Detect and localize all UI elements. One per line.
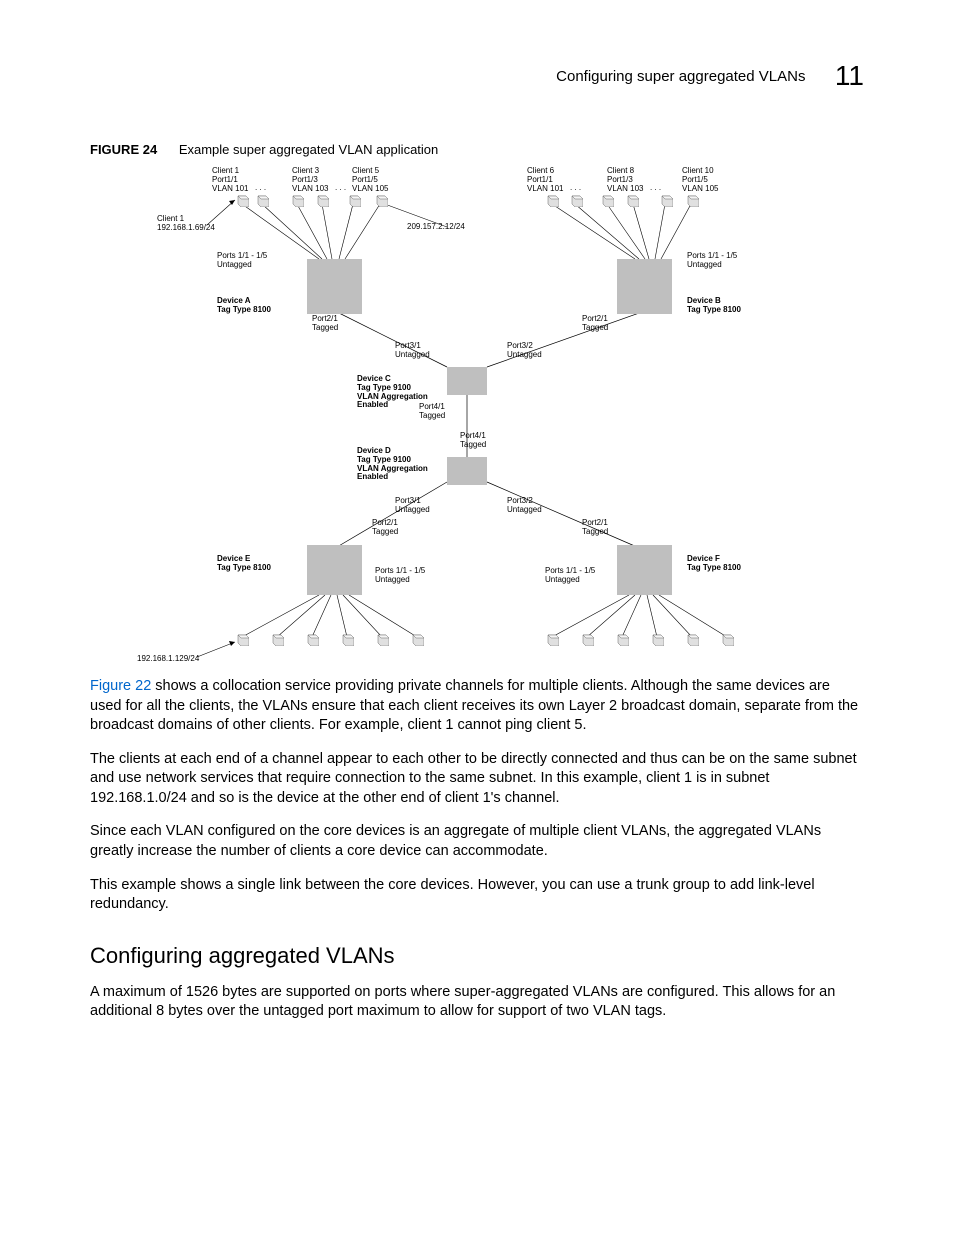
device-icon [347,193,361,207]
figure-text: Example super aggregated VLAN applicatio… [179,142,438,157]
figure-link[interactable]: Figure 22 [90,678,151,694]
section-heading: Configuring aggregated VLANs [90,943,864,969]
paragraph-3: Since each VLAN configured on the core d… [90,822,864,861]
device-icon [580,632,594,646]
device-icon [545,632,559,646]
dots: . . . [255,184,266,193]
device-icon [340,632,354,646]
device-a-label: Device ATag Type 8100 [217,297,271,315]
client-label: Client 8 Port1/3 VLAN 103 [607,167,643,193]
device-d-label: Device DTag Type 9100VLAN AggregationEna… [357,447,428,482]
header-title: Configuring super aggregated VLANs [556,68,805,85]
port32-label: Port3/2Untagged [507,342,542,360]
ports-untagged-label: Ports 1/1 - 1/5Untagged [217,252,267,270]
device-icon [305,632,319,646]
device-icon [600,193,614,207]
device-b-label: Device BTag Type 8100 [687,297,741,315]
paragraph-1: Figure 22 shows a collocation service pr… [90,677,864,736]
device-c-box [447,367,487,395]
device-icon [235,193,249,207]
device-icon [650,632,664,646]
device-e-label: Device ETag Type 8100 [217,555,271,573]
dots: . . . [335,184,346,193]
port21-label: Port2/1Tagged [582,519,608,537]
device-icon [685,632,699,646]
device-f-label: Device FTag Type 8100 [687,555,741,573]
port41-label: Port4/1Tagged [460,432,486,450]
diagram: Client 1 Port1/1 VLAN 101 . . . Client 3… [157,167,797,657]
device-a-box [307,259,362,314]
device-icon [374,193,388,207]
device-icon [720,632,734,646]
bottom-ip-label: 192.168.1.129/24 [137,655,199,664]
device-e-box [307,545,362,595]
dots: . . . [570,184,581,193]
port31-label: Port3/1Untagged [395,342,430,360]
device-icon [270,632,284,646]
port41-label: Port4/1Tagged [419,403,445,421]
device-icon [685,193,699,207]
ports-untagged-label: Ports 1/1 - 1/5Untagged [375,567,425,585]
page-header: Configuring super aggregated VLANs 11 [90,60,864,92]
device-icon [625,193,639,207]
device-icon [569,193,583,207]
device-icon [290,193,304,207]
device-d-box [447,457,487,485]
client-label: Client 5 Port1/5 VLAN 105 [352,167,388,193]
port21-label: Port2/1Tagged [372,519,398,537]
ports-untagged-label: Ports 1/1 - 1/5Untagged [687,252,737,270]
device-icon [410,632,424,646]
chapter-number: 11 [835,60,864,92]
dots: . . . [650,184,661,193]
figure-label: FIGURE 24 [90,142,157,157]
device-icon [235,632,249,646]
client1-ip-label: Client 1192.168.1.69/24 [157,215,215,233]
client-label: Client 1 Port1/1 VLAN 101 [212,167,248,193]
device-icon [659,193,673,207]
device-icon [255,193,269,207]
client-label: Client 10 Port1/5 VLAN 105 [682,167,718,193]
device-icon [545,193,559,207]
client-label: Client 3 Port1/3 VLAN 103 [292,167,328,193]
paragraph-2: The clients at each end of a channel app… [90,750,864,809]
port31-label: Port3/1Untagged [395,497,430,515]
ports-untagged-label: Ports 1/1 - 1/5Untagged [545,567,595,585]
port21-label: Port2/1Tagged [312,315,338,333]
client-label: Client 6 Port1/1 VLAN 101 [527,167,563,193]
device-icon [375,632,389,646]
port32-label: Port3/2Untagged [507,497,542,515]
device-f-box [617,545,672,595]
ip-209-label: 209.157.2.12/24 [407,223,465,232]
port21-label: Port2/1Tagged [582,315,608,333]
figure-caption: FIGURE 24 Example super aggregated VLAN … [90,142,864,157]
paragraph-5: A maximum of 1526 bytes are supported on… [90,983,864,1022]
device-c-label: Device CTag Type 9100VLAN AggregationEna… [357,375,428,410]
device-icon [315,193,329,207]
paragraph-4: This example shows a single link between… [90,876,864,915]
device-icon [615,632,629,646]
device-b-box [617,259,672,314]
